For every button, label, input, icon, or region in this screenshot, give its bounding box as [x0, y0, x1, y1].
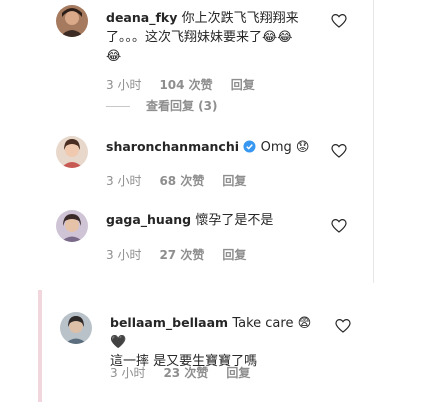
comment-text: 懷孕了是不是	[195, 213, 274, 228]
like-count[interactable]: 104 次赞	[159, 76, 212, 93]
like-count[interactable]: 68 次赞	[159, 172, 204, 189]
avatar[interactable]	[56, 210, 88, 242]
replies-divider	[106, 106, 130, 107]
comment-body: bellaam_bellaam Take care 😨🖤 這一摔 是又要生寶寶了…	[110, 314, 325, 371]
timestamp: 3 小时	[106, 248, 142, 262]
timestamp: 3 小时	[106, 174, 142, 188]
heart-icon[interactable]	[331, 143, 347, 159]
username[interactable]: sharonchanmanchi	[106, 139, 239, 154]
comment-meta: 3 小时 27 次赞 回复	[106, 246, 264, 263]
like-count[interactable]: 27 次赞	[159, 246, 204, 263]
username[interactable]: bellaam_bellaam	[110, 315, 228, 330]
avatar[interactable]	[56, 5, 88, 37]
heart-icon[interactable]	[331, 218, 347, 234]
verified-icon	[243, 140, 256, 153]
comment-meta: 3 小时 23 次赞 回复	[110, 364, 268, 381]
heart-icon[interactable]	[331, 13, 347, 29]
comment-meta: 3 小时 68 次赞 回复	[106, 172, 264, 189]
highlight-indicator	[38, 290, 42, 402]
comment-body: gaga_huang 懷孕了是不是	[106, 211, 346, 230]
like-count[interactable]: 23 次赞	[163, 364, 208, 381]
reply-button[interactable]: 回复	[222, 172, 246, 189]
avatar[interactable]	[56, 136, 88, 168]
timestamp: 3 小时	[106, 78, 142, 92]
comment-text: 你上次跌飞飞翔翔来	[181, 11, 299, 26]
comment-body: sharonchanmanchi Omg 😟	[106, 138, 366, 157]
comment-meta: 3 小时 104 次赞 回复	[106, 76, 273, 93]
comment-body: deana_fky 你上次跌飞飞翔翔来 了。。。这次飞翔妹妹要来了😂😂 😂	[106, 9, 336, 66]
view-replies-label: 查看回复 (3)	[146, 99, 218, 113]
avatar[interactable]	[60, 312, 92, 344]
username[interactable]: gaga_huang	[106, 212, 191, 227]
comment-text: 😂	[106, 49, 122, 64]
timestamp: 3 小时	[110, 366, 146, 380]
reply-button[interactable]: 回复	[226, 364, 250, 381]
comment-text: 了。。。这次飞翔妹妹要来了😂😂	[106, 30, 293, 45]
view-replies-button[interactable]: 查看回复 (3)	[106, 97, 218, 114]
reply-button[interactable]: 回复	[231, 76, 255, 93]
heart-icon[interactable]	[335, 318, 351, 334]
username[interactable]: deana_fky	[106, 10, 177, 25]
comment-text: Omg 😟	[260, 140, 310, 155]
reply-button[interactable]: 回复	[222, 246, 246, 263]
panel-divider	[373, 0, 374, 283]
